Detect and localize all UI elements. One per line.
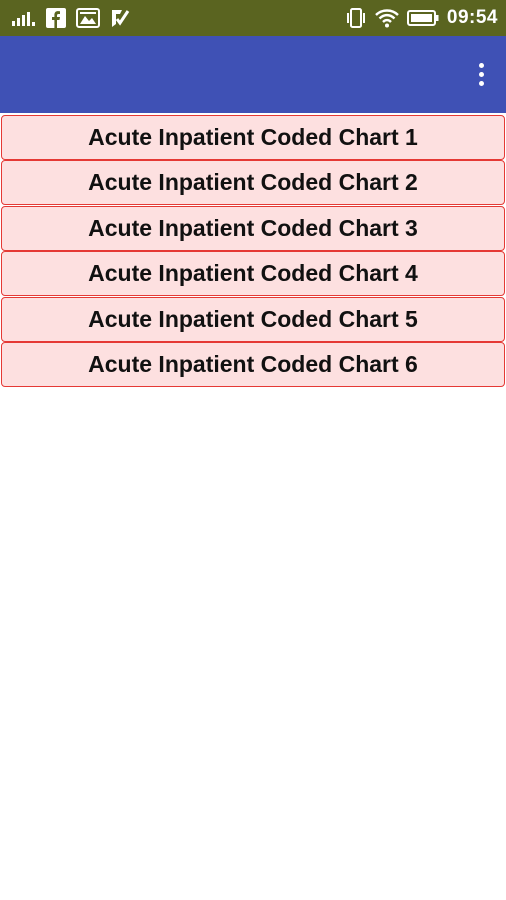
check-app-icon [110, 8, 130, 28]
wifi-icon [375, 8, 399, 28]
chart-button-6[interactable]: Acute Inpatient Coded Chart 6 [1, 341, 505, 387]
status-bar-system: 09:54 [345, 0, 498, 36]
chart-button-4[interactable]: Acute Inpatient Coded Chart 4 [1, 251, 505, 297]
chart-button-2[interactable]: Acute Inpatient Coded Chart 2 [1, 160, 505, 206]
status-bar-notifications [12, 0, 130, 36]
chart-button-1[interactable]: Acute Inpatient Coded Chart 1 [1, 115, 505, 160]
facebook-icon [46, 8, 66, 28]
more-options-button[interactable] [470, 58, 492, 90]
status-bar-time: 09:54 [446, 7, 498, 28]
chart-list: Acute Inpatient Coded Chart 1 Acute Inpa… [1, 115, 505, 387]
status-bar: 09:54 [0, 0, 506, 36]
more-vert-icon [478, 62, 484, 68]
chart-button-5[interactable]: Acute Inpatient Coded Chart 5 [1, 296, 505, 342]
gallery-icon [76, 8, 100, 28]
app-bar [0, 36, 506, 113]
signal-icon [12, 10, 36, 26]
vibrate-icon [345, 7, 367, 29]
chart-button-3[interactable]: Acute Inpatient Coded Chart 3 [1, 205, 505, 251]
battery-icon [406, 9, 439, 27]
